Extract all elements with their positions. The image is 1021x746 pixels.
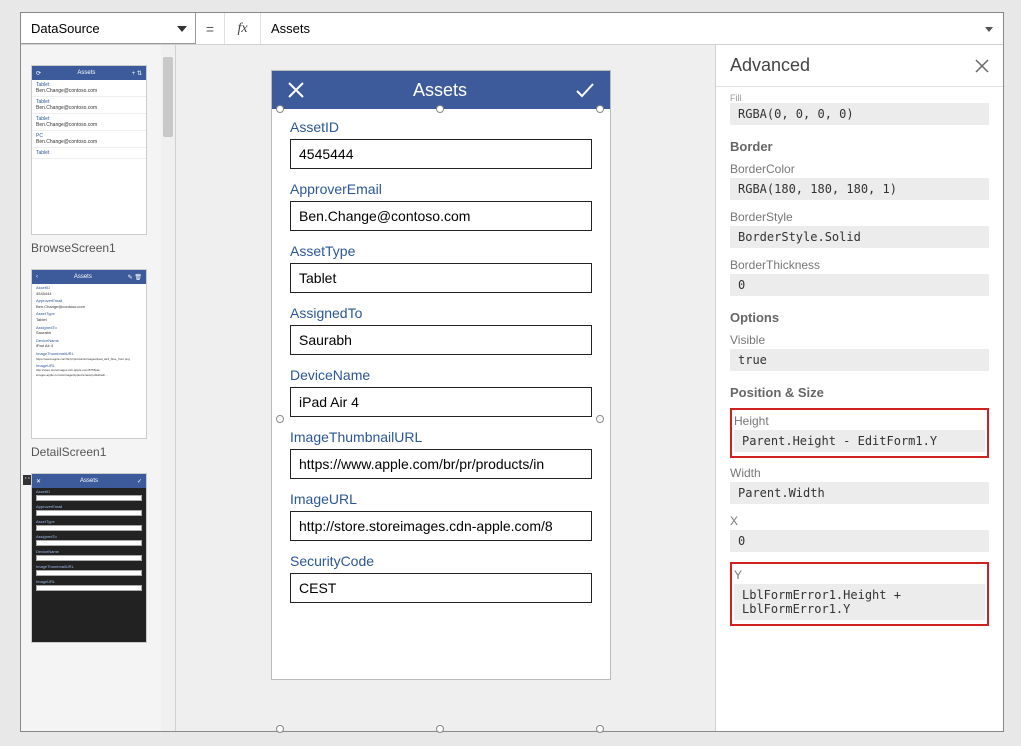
properties-header: Advanced <box>716 45 1003 87</box>
field-input[interactable] <box>290 449 592 479</box>
prop-label: Width <box>730 466 989 480</box>
screen-thumbnails-panel: ⟳Assets+ ⇅ TabletBen.Change@contoso.com … <box>21 45 176 731</box>
equals-sign: = <box>196 13 224 44</box>
prop-label: BorderStyle <box>730 210 989 224</box>
prop-value-fill[interactable]: RGBA(0, 0, 0, 0) <box>730 103 989 125</box>
thumbnails-scrollbar[interactable] <box>161 45 175 731</box>
canvas-area[interactable]: Assets AssetID ApproverEmail A <box>176 45 715 731</box>
prop-label: Visible <box>730 333 989 347</box>
prop-value[interactable]: BorderStyle.Solid <box>730 226 989 248</box>
properties-title: Advanced <box>730 55 810 76</box>
formula-bar: DataSource = fx Assets <box>21 13 1003 45</box>
prop-value[interactable]: 0 <box>730 274 989 296</box>
field-input[interactable] <box>290 387 592 417</box>
thumbnail-detail[interactable]: ‹Assets✎ 🗑 AssetID4545444 ApproverEmailB… <box>31 269 159 459</box>
field-imagethumbnailurl: ImageThumbnailURL <box>290 429 592 479</box>
field-input[interactable] <box>290 325 592 355</box>
prop-value[interactable]: true <box>730 349 989 371</box>
prop-label: BorderThickness <box>730 258 989 272</box>
prop-label: BorderColor <box>730 162 989 176</box>
highlight-y: Y LblFormError1.Height + LblFormError1.Y <box>730 562 989 626</box>
field-label: SecurityCode <box>290 553 592 569</box>
field-input[interactable] <box>290 573 592 603</box>
field-assignedto: AssignedTo <box>290 305 592 355</box>
prop-value-y[interactable]: LblFormError1.Height + LblFormError1.Y <box>734 584 985 620</box>
prop-value-height[interactable]: Parent.Height - EditForm1.Y <box>734 430 985 452</box>
field-label: AssignedTo <box>290 305 592 321</box>
edit-form[interactable]: AssetID ApproverEmail AssetType Assigned… <box>272 109 610 679</box>
field-assettype: AssetType <box>290 243 592 293</box>
prop-value[interactable]: Parent.Width <box>730 482 989 504</box>
thumbnail-browse[interactable]: ⟳Assets+ ⇅ TabletBen.Change@contoso.com … <box>31 65 159 255</box>
property-selector[interactable]: DataSource <box>21 13 196 44</box>
properties-body[interactable]: Fill RGBA(0, 0, 0, 0) Border BorderColor… <box>716 87 1003 731</box>
formula-input[interactable]: Assets <box>260 13 1003 44</box>
thumbnail-label: BrowseScreen1 <box>31 241 159 255</box>
thumbnail-edit[interactable]: ⋯ ✕Assets✓ AssetID ApproverEmail AssetTy… <box>31 473 159 643</box>
prop-value[interactable]: RGBA(180, 180, 180, 1) <box>730 178 989 200</box>
fx-icon[interactable]: fx <box>224 13 260 44</box>
field-input[interactable] <box>290 201 592 231</box>
thumb-header: ‹Assets✎ 🗑 <box>32 270 146 284</box>
field-approveremail: ApproverEmail <box>290 181 592 231</box>
close-icon[interactable] <box>975 59 989 73</box>
prop-label: Y <box>734 568 985 582</box>
app-frame: DataSource = fx Assets ⟳Assets+ ⇅ Tablet… <box>20 12 1004 732</box>
field-label: ImageURL <box>290 491 592 507</box>
canvas-title: Assets <box>413 80 467 101</box>
field-assetid: AssetID <box>290 119 592 169</box>
field-devicename: DeviceName <box>290 367 592 417</box>
prop-label-fill: Fill <box>730 93 989 103</box>
section-options: Options <box>730 310 989 325</box>
properties-panel: Advanced Fill RGBA(0, 0, 0, 0) Border Bo… <box>715 45 1003 731</box>
highlight-height: Height Parent.Height - EditForm1.Y <box>730 408 989 458</box>
canvas-phone-frame: Assets AssetID ApproverEmail A <box>271 70 611 680</box>
field-label: ImageThumbnailURL <box>290 429 592 445</box>
field-label: AssetID <box>290 119 592 135</box>
field-label: ApproverEmail <box>290 181 592 197</box>
thumbnail-label: DetailScreen1 <box>31 445 159 459</box>
prop-value[interactable]: 0 <box>730 530 989 552</box>
submit-icon[interactable] <box>574 80 596 100</box>
section-position-size: Position & Size <box>730 385 989 400</box>
section-border: Border <box>730 139 989 154</box>
cancel-icon[interactable] <box>286 80 306 100</box>
canvas-topbar: Assets <box>272 71 610 109</box>
main-area: ⟳Assets+ ⇅ TabletBen.Change@contoso.com … <box>21 45 1003 731</box>
prop-label: Height <box>734 414 985 428</box>
property-selector-value: DataSource <box>31 21 100 36</box>
field-label: AssetType <box>290 243 592 259</box>
thumb-header: ✕Assets✓ <box>32 474 146 488</box>
field-input[interactable] <box>290 139 592 169</box>
field-imageurl: ImageURL <box>290 491 592 541</box>
field-input[interactable] <box>290 511 592 541</box>
formula-text: Assets <box>271 21 310 36</box>
thumb-header: ⟳Assets+ ⇅ <box>32 66 146 80</box>
field-label: DeviceName <box>290 367 592 383</box>
prop-label: X <box>730 514 989 528</box>
field-input[interactable] <box>290 263 592 293</box>
field-securitycode: SecurityCode <box>290 553 592 603</box>
